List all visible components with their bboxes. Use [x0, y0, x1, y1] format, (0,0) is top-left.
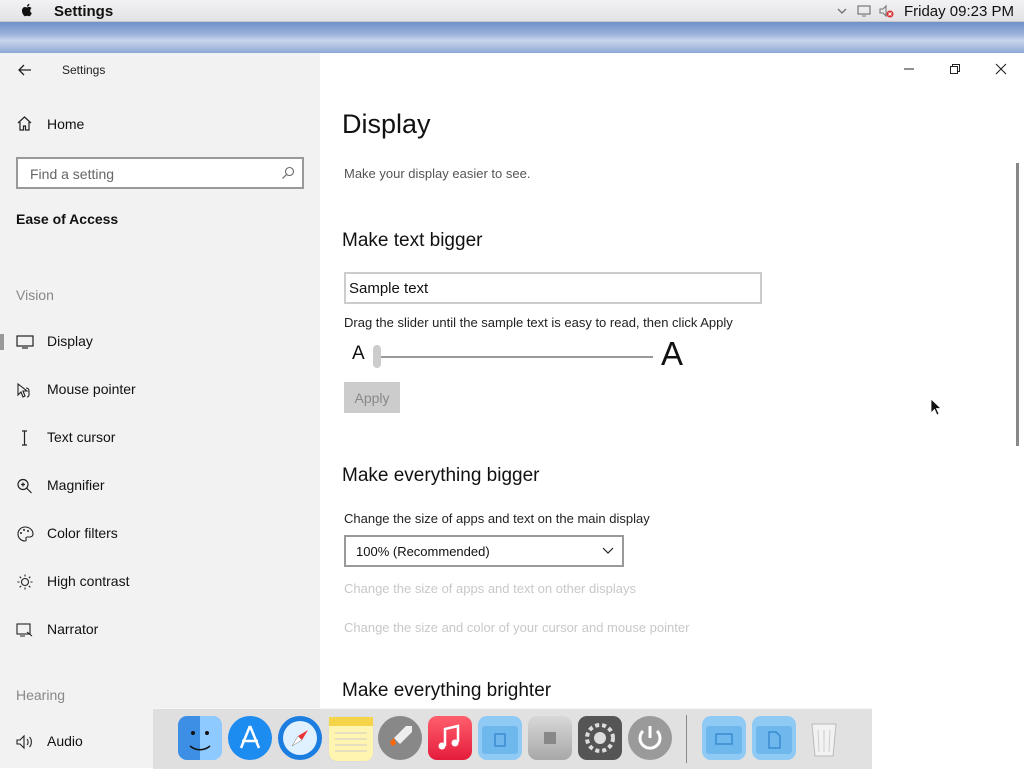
- sidebar-item-high-contrast[interactable]: High contrast: [0, 564, 320, 600]
- mouse-cursor-icon: [930, 398, 942, 416]
- section-heading-everything-bigger: Make everything bigger: [342, 465, 540, 486]
- menubar-app-name[interactable]: Settings: [54, 3, 113, 20]
- cursor-size-link[interactable]: Change the size and color of your cursor…: [344, 620, 689, 635]
- text-size-slider-thumb[interactable]: [373, 345, 381, 368]
- section-heading-brighter: Make everything brighter: [342, 680, 552, 701]
- dock: [153, 708, 872, 769]
- apply-button[interactable]: Apply: [344, 382, 400, 413]
- page-title: Display: [342, 109, 431, 139]
- monitor-icon: [16, 335, 34, 349]
- mouse-pointer-icon: [17, 382, 30, 398]
- sidebar-item-label: Text cursor: [47, 429, 116, 445]
- sidebar-item-text-cursor[interactable]: Text cursor: [0, 420, 320, 456]
- safari-icon[interactable]: [278, 716, 322, 760]
- scale-dropdown[interactable]: 100% (Recommended): [344, 535, 624, 567]
- page-subtitle: Make your display easier to see.: [344, 166, 531, 181]
- sun-icon: [17, 574, 33, 590]
- slider-small-a: A: [352, 343, 365, 364]
- back-arrow-icon[interactable]: [13, 61, 37, 79]
- trash-icon[interactable]: [802, 716, 846, 760]
- speaker-icon: [16, 734, 32, 750]
- finder-icon[interactable]: [178, 716, 222, 760]
- sidebar-item-display[interactable]: Display: [0, 324, 320, 360]
- settings-window: Settings Home Ease of Access Vision Disp…: [0, 53, 1024, 768]
- downloads-folder-icon[interactable]: [478, 716, 522, 760]
- chevron-down-icon: [602, 547, 614, 554]
- chevron-down-icon[interactable]: [834, 3, 850, 19]
- documents-folder-icon[interactable]: [752, 716, 796, 760]
- menubar-clock[interactable]: Friday 09:23 PM: [904, 3, 1014, 20]
- launchpad-icon[interactable]: [378, 716, 422, 760]
- power-icon[interactable]: [628, 716, 672, 760]
- menubar: Settings Friday 09:23 PM: [0, 0, 1024, 22]
- sidebar-item-label: Magnifier: [47, 477, 105, 493]
- sidebar-item-label: High contrast: [47, 573, 130, 589]
- sidebar-item-label: Mouse pointer: [47, 381, 136, 397]
- scale-label: Change the size of apps and text on the …: [344, 511, 650, 526]
- system-preferences-icon[interactable]: [578, 716, 622, 760]
- scale-dropdown-value: 100% (Recommended): [356, 544, 490, 559]
- search-input[interactable]: [28, 165, 272, 183]
- section-heading-text-bigger: Make text bigger: [342, 230, 483, 251]
- main-content: Display Make your display easier to see.…: [320, 53, 1024, 768]
- search-icon[interactable]: [281, 166, 295, 180]
- sample-text: Sample text: [349, 280, 429, 297]
- scrollbar[interactable]: [1016, 163, 1019, 446]
- desktop-background: [0, 22, 1024, 53]
- window-title: Settings: [62, 63, 106, 77]
- text-size-slider-track[interactable]: [376, 356, 653, 358]
- sidebar-item-label: Audio: [47, 733, 83, 749]
- system-drive-icon[interactable]: [528, 716, 572, 760]
- group-label-hearing: Hearing: [16, 687, 66, 703]
- category-title: Ease of Access: [16, 211, 119, 227]
- dock-separator: [686, 715, 687, 763]
- sidebar-item-narrator[interactable]: Narrator: [0, 612, 320, 648]
- sample-text-box: Sample text: [344, 272, 762, 304]
- sidebar-item-magnifier[interactable]: Magnifier: [0, 468, 320, 504]
- sidebar-item-label: Display: [47, 333, 93, 349]
- sidebar-item-mouse-pointer[interactable]: Mouse pointer: [0, 372, 320, 408]
- apple-icon[interactable]: [19, 2, 35, 18]
- sidebar-item-label: Color filters: [47, 525, 118, 541]
- nav-home[interactable]: Home: [16, 115, 84, 132]
- slider-hint: Drag the slider until the sample text is…: [344, 315, 733, 330]
- volume-muted-icon[interactable]: [878, 3, 894, 19]
- notes-icon[interactable]: [328, 716, 374, 762]
- desktop-folder-icon[interactable]: [702, 716, 746, 760]
- sidebar-item-label: Narrator: [47, 621, 99, 637]
- nav-home-label: Home: [47, 115, 85, 132]
- slider-big-a: A: [661, 335, 684, 372]
- monitor-icon[interactable]: [856, 3, 872, 19]
- other-displays-link[interactable]: Change the size of apps and text on othe…: [344, 581, 636, 596]
- music-icon[interactable]: [428, 716, 472, 760]
- text-cursor-icon: [22, 430, 27, 446]
- home-icon: [17, 116, 32, 131]
- search-box[interactable]: [16, 157, 304, 189]
- sidebar: Settings Home Ease of Access Vision Disp…: [0, 53, 320, 768]
- sidebar-item-color-filters[interactable]: Color filters: [0, 516, 320, 552]
- palette-icon: [17, 526, 34, 542]
- magnifier-icon: [17, 478, 32, 494]
- narrator-icon: [16, 623, 33, 637]
- group-label-vision: Vision: [16, 287, 54, 303]
- app-store-icon[interactable]: [228, 716, 272, 760]
